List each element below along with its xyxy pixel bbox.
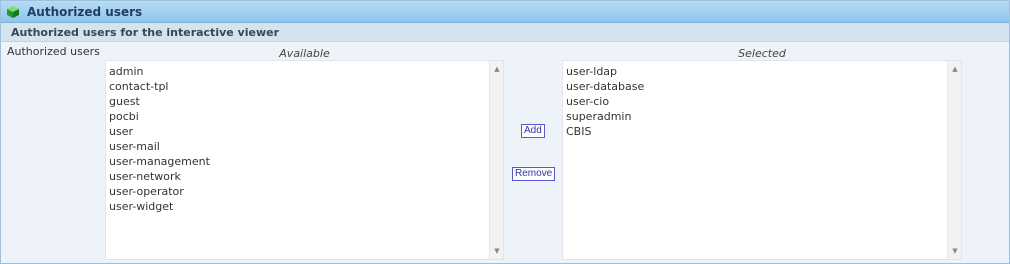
- selected-listbox[interactable]: user-ldap user-database user-cio superad…: [562, 60, 962, 260]
- triangle-down-icon[interactable]: ▼: [490, 244, 504, 258]
- list-item[interactable]: user-mail: [109, 139, 210, 154]
- triangle-up-icon[interactable]: ▲: [490, 62, 504, 76]
- list-item[interactable]: superadmin: [566, 109, 644, 124]
- panel-header: Authorized users: [1, 1, 1009, 23]
- form-content: Authorized users Available Selected admi…: [1, 42, 1009, 263]
- remove-button[interactable]: Remove: [512, 167, 556, 181]
- list-item[interactable]: user-widget: [109, 199, 210, 214]
- list-item[interactable]: user-operator: [109, 184, 210, 199]
- list-item[interactable]: user-database: [566, 79, 644, 94]
- field-label: Authorized users: [7, 45, 100, 58]
- available-listbox[interactable]: admin contact-tpl guest pocbi user user-…: [105, 60, 504, 260]
- triangle-up-icon[interactable]: ▲: [948, 62, 962, 76]
- available-scrollbar[interactable]: ▲ ▼: [489, 61, 503, 259]
- list-item[interactable]: user-management: [109, 154, 210, 169]
- authorized-users-panel: Authorized users Authorized users for th…: [0, 0, 1010, 264]
- add-button[interactable]: Add: [521, 124, 545, 138]
- panel-title: Authorized users: [27, 5, 143, 19]
- selected-header: Selected: [738, 47, 786, 60]
- list-item[interactable]: CBIS: [566, 124, 644, 139]
- available-list: admin contact-tpl guest pocbi user user-…: [109, 64, 210, 214]
- available-header: Available: [279, 47, 330, 60]
- section-title: Authorized users for the interactive vie…: [11, 26, 279, 39]
- list-item[interactable]: user-cio: [566, 94, 644, 109]
- list-item[interactable]: user-ldap: [566, 64, 644, 79]
- list-item[interactable]: pocbi: [109, 109, 210, 124]
- green-cube-icon: [7, 6, 19, 18]
- section-header: Authorized users for the interactive vie…: [1, 23, 1009, 42]
- list-item[interactable]: user-network: [109, 169, 210, 184]
- list-item[interactable]: contact-tpl: [109, 79, 210, 94]
- list-item[interactable]: user: [109, 124, 210, 139]
- list-item[interactable]: guest: [109, 94, 210, 109]
- triangle-down-icon[interactable]: ▼: [948, 244, 962, 258]
- selected-scrollbar[interactable]: ▲ ▼: [947, 61, 961, 259]
- selected-list: user-ldap user-database user-cio superad…: [566, 64, 644, 139]
- list-item[interactable]: admin: [109, 64, 210, 79]
